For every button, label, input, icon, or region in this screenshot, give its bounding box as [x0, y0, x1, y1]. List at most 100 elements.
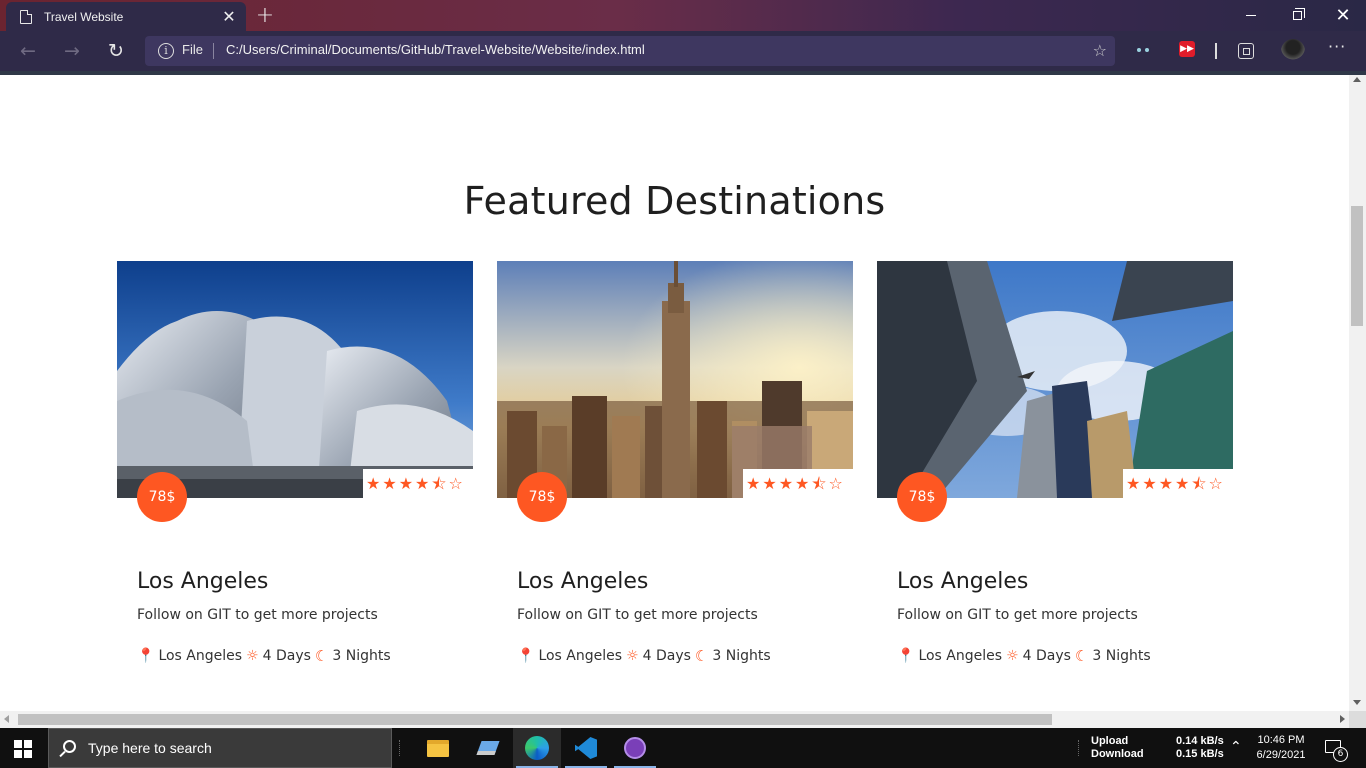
edge-browser-icon[interactable] [513, 728, 561, 768]
star-half-icon: ⯪ [431, 473, 447, 493]
location-pin-icon: 📍 [137, 648, 155, 664]
close-tab-icon[interactable]: ✕ [220, 7, 238, 26]
star-full-icon: ★ [795, 473, 810, 493]
star-full-icon: ★ [762, 473, 777, 493]
taskbar-clock[interactable]: 10:46 PM 6/29/2021 [1254, 733, 1308, 763]
tray-chevron-up-icon[interactable]: ⌃ [1230, 739, 1242, 755]
nights-text: 3 Nights [712, 648, 771, 664]
close-window-button[interactable]: ✕ [1320, 0, 1366, 31]
star-rating: ★ ★ ★ ★ ⯪ ☆ [743, 469, 853, 498]
page-icon [20, 9, 32, 24]
destination-card[interactable]: ★ ★ ★ ★ ⯪ ☆ 78$ Los Angeles Follow on GI… [877, 261, 1233, 681]
extension-icon[interactable]: ▶▶ [1179, 41, 1199, 61]
destination-card[interactable]: ★ ★ ★ ★ ⯪ ☆ 78$ Los Angeles Follow on GI… [117, 261, 473, 681]
scroll-up-icon[interactable] [1353, 77, 1361, 82]
extension-icon[interactable] [1134, 41, 1154, 61]
destination-card[interactable]: ★ ★ ★ ★ ⯪ ☆ 78$ Los Angeles Follow on GI… [497, 261, 853, 681]
taskbar-search-box[interactable]: Type here to search [48, 728, 392, 768]
reload-icon[interactable]: ↻ [104, 39, 128, 63]
destination-description: Follow on GIT to get more projects [517, 607, 758, 623]
destination-name[interactable]: Los Angeles [897, 569, 1028, 594]
address-divider [213, 43, 214, 59]
days-text: 4 Days [642, 648, 691, 664]
horizontal-scroll-thumb[interactable] [18, 714, 1052, 725]
scroll-left-icon[interactable] [4, 715, 9, 723]
star-full-icon: ★ [366, 473, 381, 493]
sun-icon: ☼ [1006, 648, 1019, 664]
browser-tab[interactable]: Travel Website ✕ [6, 2, 246, 31]
star-full-icon: ★ [382, 473, 397, 493]
star-half-icon: ⯪ [811, 473, 827, 493]
profile-icon[interactable] [1281, 39, 1305, 63]
more-icon[interactable]: ··· [1328, 37, 1346, 56]
restore-button[interactable] [1274, 0, 1320, 31]
url-text[interactable]: C:/Users/Criminal/Documents/GitHub/Trave… [226, 42, 645, 57]
browser-toolbar: ← → ↻ i File C:/Users/Criminal/Documents… [0, 31, 1366, 71]
clock-time: 10:46 PM [1257, 734, 1305, 746]
destination-image [497, 261, 853, 498]
destination-description: Follow on GIT to get more projects [137, 607, 378, 623]
scroll-right-icon[interactable] [1340, 715, 1345, 723]
upload-label: Upload [1091, 735, 1129, 747]
star-empty-icon: ☆ [1208, 473, 1223, 493]
star-rating: ★ ★ ★ ★ ⯪ ☆ [363, 469, 473, 498]
star-full-icon: ★ [415, 473, 430, 493]
search-icon [63, 740, 76, 753]
vertical-scrollbar[interactable] [1349, 75, 1366, 711]
download-value: 0.15 kB/s [1176, 748, 1224, 760]
github-desktop-icon[interactable] [611, 728, 659, 768]
location-text: Los Angeles [538, 648, 623, 664]
tab-title: Travel Website [44, 9, 124, 24]
download-label: Download [1091, 748, 1144, 760]
restore-icon [1292, 8, 1305, 20]
info-icon[interactable]: i [158, 43, 174, 59]
section-title: Featured Destinations [463, 179, 886, 223]
back-icon[interactable]: ← [16, 39, 40, 63]
forward-icon[interactable]: → [60, 39, 84, 63]
destination-description: Follow on GIT to get more projects [897, 607, 1138, 623]
location-text: Los Angeles [918, 648, 1003, 664]
vscode-icon[interactable] [562, 728, 610, 768]
sun-icon: ☼ [246, 648, 259, 664]
destination-name[interactable]: Los Angeles [137, 569, 268, 594]
star-full-icon: ★ [398, 473, 414, 493]
collections-icon[interactable] [1238, 43, 1254, 59]
new-tab-plus-icon[interactable]: + [255, 3, 275, 28]
network-speed-labels: Upload Download [1091, 735, 1144, 761]
horizontal-scrollbar[interactable] [0, 711, 1349, 728]
nights-text: 3 Nights [1092, 648, 1151, 664]
destination-meta: 📍 Los Angeles ☼ 4 Days ☾ 3 Nights [517, 647, 775, 665]
page-viewport: Featured Destinations ★ ★ ★ ★ ⯪ ☆ 78$ Lo… [0, 75, 1349, 711]
windows-taskbar: Type here to search Upload Download 0.14… [0, 728, 1366, 768]
minimize-button[interactable] [1228, 0, 1274, 31]
star-full-icon: ★ [1126, 473, 1141, 493]
destination-meta: 📍 Los Angeles ☼ 4 Days ☾ 3 Nights [897, 647, 1155, 665]
star-half-icon: ⯪ [1191, 473, 1207, 493]
destination-name[interactable]: Los Angeles [517, 569, 648, 594]
moon-icon: ☾ [1074, 647, 1089, 665]
price-badge: 78$ [137, 472, 187, 522]
address-bar[interactable]: i File C:/Users/Criminal/Documents/GitHu… [145, 36, 1115, 66]
file-explorer-icon[interactable] [414, 728, 462, 768]
scrollbar-corner [1349, 711, 1366, 728]
location-text: Los Angeles [158, 648, 243, 664]
scroll-down-icon[interactable] [1353, 700, 1361, 705]
app-icon[interactable] [464, 728, 512, 768]
price-badge: 78$ [517, 472, 567, 522]
star-full-icon: ★ [746, 473, 761, 493]
minimize-icon [1246, 15, 1256, 16]
star-rating: ★ ★ ★ ★ ⯪ ☆ [1123, 469, 1233, 498]
star-full-icon: ★ [778, 473, 794, 493]
price-badge: 78$ [897, 472, 947, 522]
days-text: 4 Days [262, 648, 311, 664]
browser-title-bar: Travel Website ✕ + ✕ [0, 0, 1366, 31]
taskbar-divider [399, 740, 400, 756]
moon-icon: ☾ [314, 647, 329, 665]
favorite-add-icon[interactable]: ☆ [1093, 41, 1107, 60]
destination-image [877, 261, 1233, 498]
vertical-scroll-thumb[interactable] [1351, 206, 1363, 326]
sun-icon: ☼ [626, 648, 639, 664]
search-placeholder: Type here to search [88, 740, 212, 756]
address-prefix: File [182, 42, 203, 57]
windows-start-icon[interactable] [14, 740, 32, 758]
